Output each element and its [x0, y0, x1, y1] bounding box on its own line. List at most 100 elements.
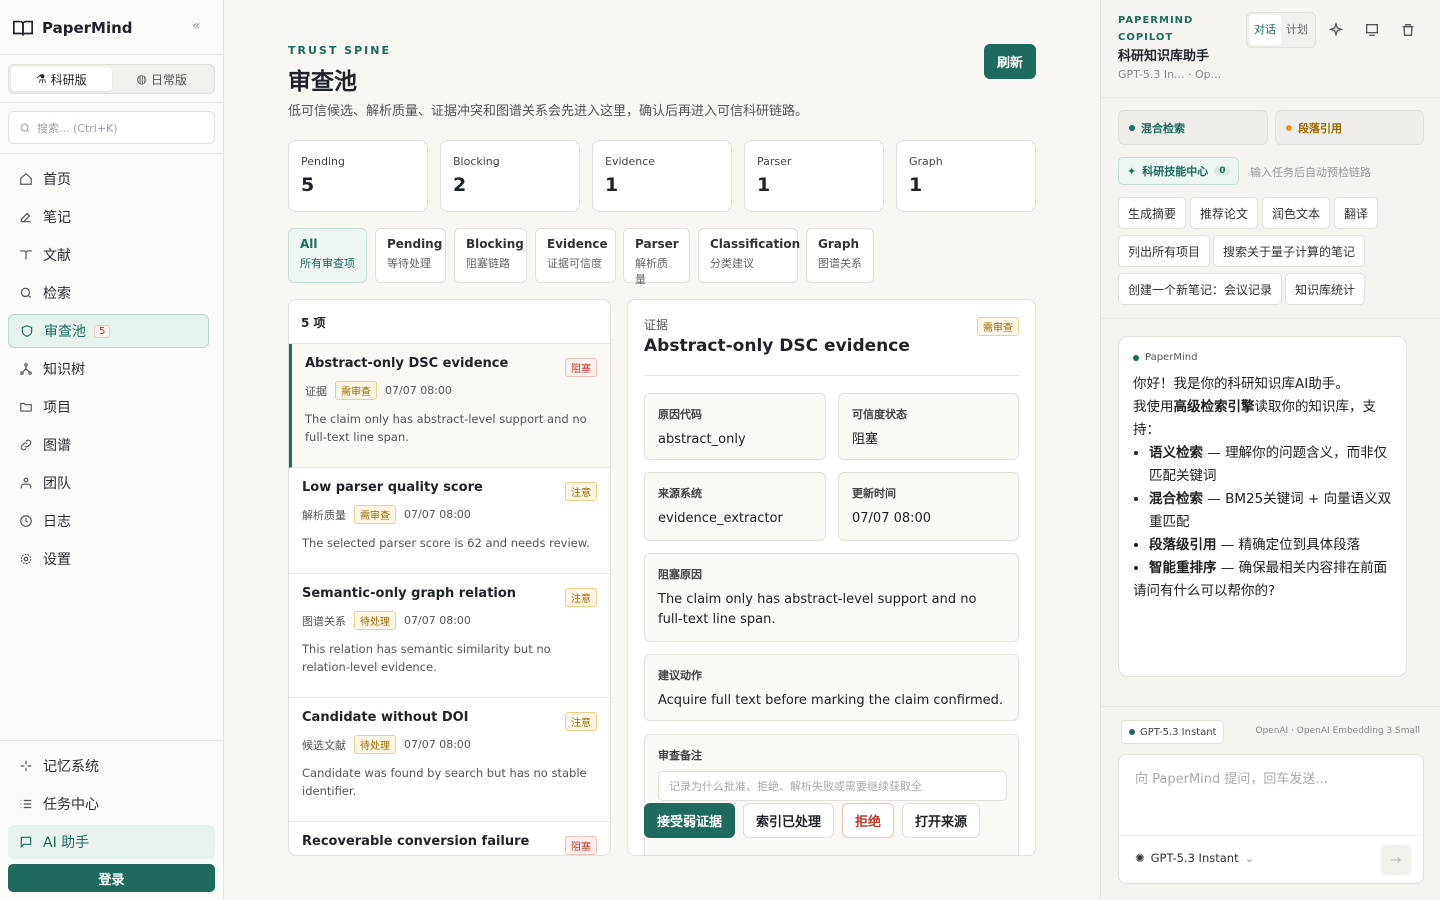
list-item[interactable]: Low parser quality score 注意 解析质量 需审查 07/07…	[289, 468, 610, 574]
review-note-input[interactable]: 记录为什么批准、拒绝、解析失败或需要继续获取全	[658, 771, 1007, 801]
search-icon	[20, 287, 32, 299]
refresh-button[interactable]: 刷新	[984, 44, 1036, 79]
book-icon	[20, 250, 32, 260]
chat-input[interactable]: 向 PaperMind 提问，回车发送...	[1135, 768, 1328, 787]
nav-team[interactable]: 团队	[8, 466, 209, 500]
stat-value: 2	[453, 174, 467, 196]
filter-sublabel: 解析质量	[635, 257, 668, 286]
mode-daily-label: 日常版	[150, 72, 187, 87]
filter-blocking[interactable]: Blocking 阻塞链路	[454, 228, 527, 283]
review-list: 5 项 Abstract-only DSC evidence 阻塞 证据 需审查 0…	[288, 299, 611, 856]
nav-notes[interactable]: 笔记	[8, 200, 209, 234]
nav-task-center[interactable]: 任务中心	[8, 787, 209, 821]
mode-daily[interactable]: ◍ 日常版	[112, 67, 213, 91]
model-tag[interactable]: GPT-5.3 Instant	[1121, 720, 1225, 744]
nav-literature[interactable]: 文献	[8, 238, 209, 272]
sparkle-icon[interactable]	[1328, 22, 1344, 38]
capability-item: 智能重排序 — 确保最相关内容排在前面	[1149, 557, 1392, 580]
copilot-panel: PAPERMIND COPILOT 科研知识库助手 GPT-5.3 In... …	[1100, 0, 1440, 900]
filter-all[interactable]: All 所有审查项	[288, 228, 367, 283]
page-eyebrow: TRUST SPINE	[288, 44, 391, 57]
item-category: 图谱关系	[302, 614, 346, 628]
filter-label: Graph	[818, 237, 859, 251]
block-reason: 阻塞原因 The claim only has abstract-level su…	[644, 553, 1019, 642]
open-source-button[interactable]: 打开来源	[902, 803, 981, 838]
panel-icon[interactable]	[1364, 22, 1380, 38]
trash-icon[interactable]	[1400, 22, 1416, 38]
field-source-system: 来源系统 evidence_extractor	[644, 472, 826, 541]
list-icon	[20, 799, 32, 809]
list-item[interactable]: Semantic-only graph relation 注意 图谱关系 待处理 0…	[289, 574, 610, 698]
field-label: 阻塞原因	[658, 568, 702, 581]
item-description: The claim only has abstract-level suppor…	[305, 412, 587, 444]
nav-knowledge-tree[interactable]: 知识树	[8, 352, 209, 386]
suggestion-chip[interactable]: 推荐论文	[1190, 197, 1259, 229]
status-badge: 需审查	[977, 317, 1019, 336]
nav-ai-assistant[interactable]: AI 助手	[8, 825, 215, 859]
nav-settings[interactable]: 设置	[8, 542, 209, 576]
mark-indexed-button[interactable]: 索引已处理	[743, 803, 835, 838]
severity-badge: 阻塞	[565, 358, 597, 377]
filter-pending[interactable]: Pending 等待处理	[375, 228, 446, 283]
suggestion-chip[interactable]: 搜索关于量子计算的笔记	[1213, 235, 1366, 267]
filter-sublabel: 阻塞链路	[466, 257, 510, 270]
suggestion-chip[interactable]: 翻译	[1334, 197, 1379, 229]
search-placeholder: 搜索... (Ctrl+K)	[37, 121, 118, 135]
send-button[interactable]: →	[1381, 845, 1411, 875]
collapse-sidebar-icon[interactable]: «	[192, 18, 201, 34]
nav-projects[interactable]: 项目	[8, 390, 209, 424]
status-dot	[1129, 729, 1135, 735]
list-item[interactable]: Abstract-only DSC evidence 阻塞 证据 需审查 07/07…	[289, 344, 610, 468]
list-item[interactable]: Candidate without DOI 注意 候选文献 待处理 07/07 08…	[289, 698, 610, 822]
divider	[1101, 97, 1440, 98]
nav-label: 图谱	[43, 438, 71, 454]
status-dot	[1133, 355, 1139, 361]
login-button[interactable]: 登录	[8, 864, 215, 892]
filter-sublabel: 分类建议	[710, 257, 754, 270]
accept-weak-evidence-button[interactable]: 接受弱证据	[644, 803, 736, 838]
field-reason-code: 原因代码 abstract_only	[644, 393, 826, 460]
nav-label: 设置	[43, 552, 71, 568]
reject-button[interactable]: 拒绝	[842, 803, 895, 838]
search-input[interactable]: 搜索... (Ctrl+K)	[8, 111, 215, 144]
model-select-label: GPT-5.3 Instant	[1150, 851, 1239, 865]
filter-parser[interactable]: Parser 解析质量	[623, 228, 690, 286]
folder-icon	[20, 402, 32, 412]
suggestion-chip[interactable]: 生成摘要	[1118, 197, 1187, 229]
mode-research[interactable]: ⚗ 科研版	[11, 67, 112, 91]
suggestion-chip[interactable]: 润色文本	[1262, 197, 1331, 229]
field-value: The claim only has abstract-level suppor…	[658, 592, 977, 627]
nav-graph[interactable]: 图谱	[8, 428, 209, 462]
capability-desc: — 确保最相关内容排在前面	[1216, 560, 1388, 576]
filter-sublabel: 等待处理	[387, 257, 431, 270]
model-select[interactable]: ✺ GPT-5.3 Instant ⌄	[1135, 851, 1254, 865]
list-item[interactable]: Recoverable conversion failure 阻塞	[289, 822, 610, 855]
filter-classification[interactable]: Classification 分类建议	[698, 228, 800, 283]
capability-list: 语义检索 — 理解你的问题含义，而非仅匹配关键词 混合检索 — BM25关键词 …	[1133, 442, 1392, 580]
paragraph-citation-chip[interactable]: 段落引用	[1275, 110, 1424, 145]
skill-center-button[interactable]: ✦ 科研技能中心 0	[1118, 157, 1240, 185]
filter-graph[interactable]: Graph 图谱关系	[806, 228, 874, 283]
tab-plan[interactable]: 计划	[1281, 15, 1313, 45]
divider	[0, 153, 224, 154]
copilot-brand: PAPERMIND COPILOT	[1118, 15, 1194, 43]
nav-home[interactable]: 首页	[8, 162, 209, 196]
brand[interactable]: PaperMind	[12, 14, 133, 42]
suggestion-chip[interactable]: 知识库统计	[1285, 273, 1366, 305]
stat-value: 1	[757, 174, 771, 196]
mode-research-label: 科研版	[50, 72, 87, 87]
nav-logs[interactable]: 日志	[8, 504, 209, 538]
suggestion-chip[interactable]: 列出所有项目	[1118, 235, 1211, 267]
nav-review-pool[interactable]: 审查池 5	[8, 314, 209, 348]
stat-card-parser: Parser 1	[744, 140, 884, 212]
globe-icon: ◍	[136, 72, 147, 86]
nav-memory[interactable]: 记忆系统	[8, 749, 209, 783]
hybrid-search-chip[interactable]: 混合检索	[1118, 110, 1268, 145]
filter-evidence[interactable]: Evidence 证据可信度	[535, 228, 616, 283]
nav-search[interactable]: 检索	[8, 276, 209, 310]
tab-chat[interactable]: 对话	[1249, 15, 1281, 45]
filter-sublabel: 图谱关系	[818, 257, 862, 270]
suggestion-chip[interactable]: 创建一个新笔记：会议记录	[1118, 273, 1283, 305]
nav-label: 记忆系统	[43, 759, 99, 775]
nav-label: 任务中心	[43, 797, 99, 813]
